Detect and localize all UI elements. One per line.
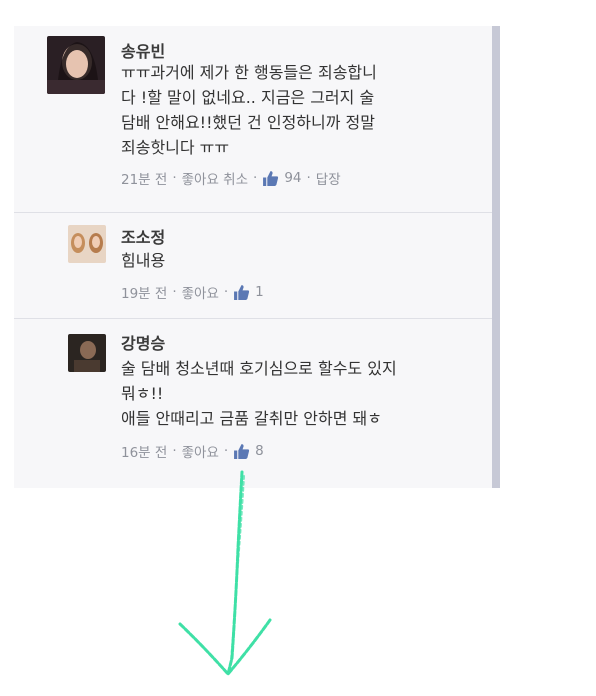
commenter-name[interactable]: 강명승	[121, 330, 165, 354]
comment-text: 힘내용	[121, 251, 166, 270]
like-link[interactable]: 좋아요	[182, 282, 219, 302]
like-count: 94	[284, 170, 302, 186]
arrow-down-icon	[178, 470, 272, 676]
separator: ·	[172, 443, 177, 459]
comment-meta: 16분 전 · 좋아요 · 8	[121, 441, 264, 461]
avatar[interactable]	[68, 225, 106, 263]
avatar[interactable]	[47, 36, 105, 94]
like-icon	[234, 443, 250, 459]
comment-meta: 19분 전 · 좋아요 · 1	[121, 282, 264, 302]
comment-text: 술 담배 청소년때 호기심으로 할수도 있지 뭐ㅎ!! 애들 안때리고 금품 갈…	[121, 359, 397, 428]
like-icon	[234, 284, 250, 300]
like-count: 8	[255, 443, 264, 459]
unlike-link[interactable]: 좋아요 취소	[182, 168, 248, 188]
like-icon	[263, 170, 279, 186]
like-link[interactable]: 좋아요	[182, 441, 219, 461]
avatar[interactable]	[68, 334, 106, 372]
separator: ·	[172, 284, 177, 300]
comment-meta: 21분 전 · 좋아요 취소 · 94 · 답장	[121, 168, 341, 188]
separator: ·	[172, 170, 177, 186]
timestamp: 21분 전	[121, 172, 168, 188]
separator: ·	[223, 284, 229, 300]
commenter-name[interactable]: 조소정	[121, 224, 165, 248]
commenter-name[interactable]: 송유빈	[121, 38, 165, 62]
like-count: 1	[255, 284, 264, 300]
divider	[14, 318, 492, 319]
comment-text: ㅠㅠ과거에 제가 한 행동들은 죄송합니 다 !할 말이 없네요.. 지금은 그…	[121, 63, 377, 157]
timestamp: 16분 전	[121, 445, 168, 461]
separator: ·	[223, 443, 229, 459]
separator: ·	[253, 170, 258, 186]
separator: ·	[306, 170, 311, 186]
divider	[14, 212, 492, 213]
reply-link[interactable]: 답장	[316, 168, 341, 188]
timestamp: 19분 전	[121, 286, 168, 302]
